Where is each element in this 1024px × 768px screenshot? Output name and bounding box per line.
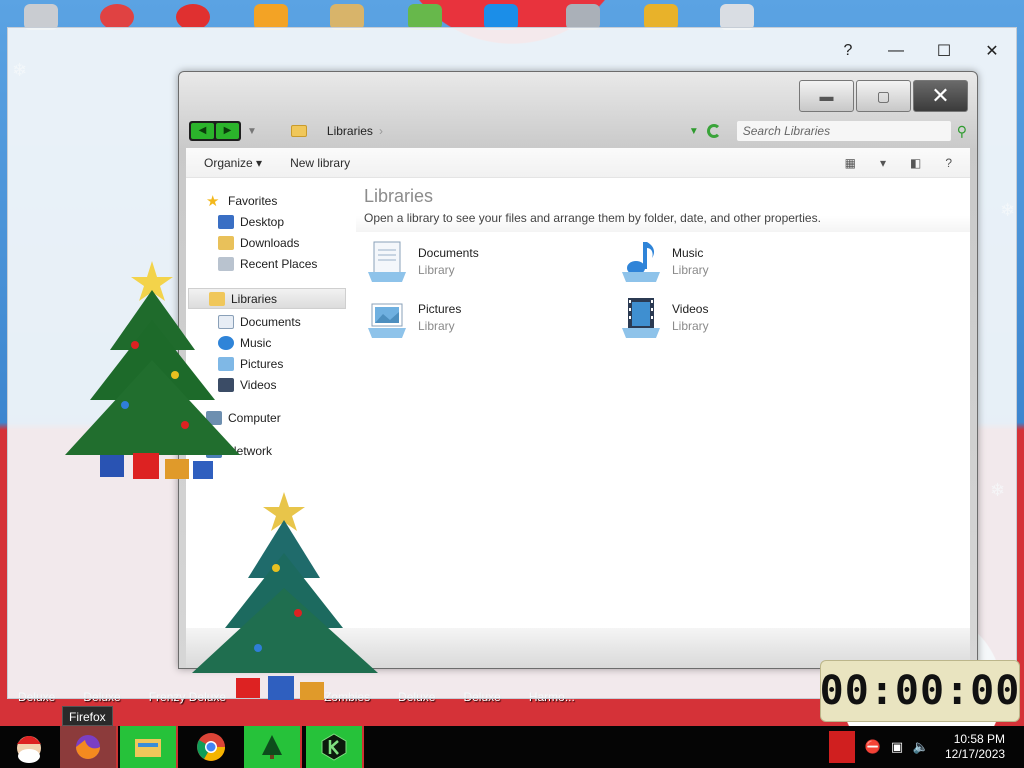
close-button[interactable]: ✕ <box>913 80 968 112</box>
firefox-icon <box>76 735 100 759</box>
search-placeholder: Search Libraries <box>742 124 831 138</box>
library-music[interactable]: Music Library <box>618 238 872 284</box>
volume-icon[interactable]: 🔈 <box>911 739 931 755</box>
libraries-header: Libraries Open a library to see your fil… <box>356 178 970 232</box>
library-type: Library <box>672 318 709 333</box>
star-icon: ★ <box>206 192 220 210</box>
taskbar-tooltip: Firefox <box>62 706 113 726</box>
preview-pane-icon[interactable]: ◧ <box>910 156 921 170</box>
search-input[interactable]: Search Libraries <box>736 121 951 141</box>
christmas-tree-icon <box>192 492 378 700</box>
clock-time: 10:58 PM <box>953 732 1006 746</box>
file-explorer-icon <box>135 739 161 757</box>
minimize-icon: ▬ <box>819 88 834 104</box>
libraries-folder-icon <box>290 125 307 137</box>
clock-date: 12/17/2023 <box>945 747 1006 761</box>
christmas-tree-icon <box>65 261 240 479</box>
downloads-icon <box>218 235 234 250</box>
library-type: Library <box>672 262 709 277</box>
page-title: Libraries <box>364 186 434 206</box>
pictures-library-icon <box>368 303 406 338</box>
organize-button[interactable]: Organize ▾ <box>204 156 262 170</box>
address-row: ◀ ▶ ▼ Libraries › ▼ Search Libraries ⚲ <box>189 120 967 142</box>
minimize-button[interactable]: — <box>872 42 920 60</box>
taskbar-clock[interactable]: 10:58 PM 12/17/2023 <box>945 732 1005 762</box>
view-dropdown-icon[interactable]: ▾ <box>880 156 886 170</box>
close-button[interactable]: ✕ <box>968 41 1016 61</box>
refresh-icon[interactable] <box>706 124 721 138</box>
page-description: Open a library to see your files and arr… <box>364 211 821 225</box>
change-view-icon[interactable]: ▦ <box>845 156 856 170</box>
nav-label: Favorites <box>228 193 278 208</box>
countdown-timer-gadget[interactable]: 00:00:00 <box>820 660 1020 722</box>
taskbar-file-explorer[interactable] <box>120 726 178 768</box>
nav-item-downloads[interactable]: Downloads <box>186 232 348 253</box>
address-location[interactable]: Libraries <box>327 124 373 138</box>
address-separator[interactable]: › <box>379 124 383 138</box>
library-name: Documents <box>418 245 479 260</box>
forward-button[interactable]: ▶ <box>216 123 239 139</box>
maximize-button[interactable]: ☐ <box>920 41 968 61</box>
network-icon[interactable]: ▣ <box>887 739 907 755</box>
nav-favorites[interactable]: ★ Favorites <box>186 190 348 211</box>
window-buttons: ▬ ▢ ✕ <box>799 80 968 112</box>
taskbar-christmas-tree[interactable] <box>244 726 302 768</box>
security-alert-icon[interactable]: ⛔ <box>863 739 883 755</box>
help-button[interactable]: ? <box>824 42 872 60</box>
desktop-icon <box>218 214 234 229</box>
videos-library-icon <box>622 298 660 338</box>
command-bar: Organize ▾ New library ▦ ▾ ◧ ? <box>186 148 970 178</box>
libraries-grid: Documents Library Music Library Pictures… <box>364 238 884 340</box>
address-dropdown-icon[interactable]: ▼ <box>689 126 699 137</box>
documents-library-icon <box>368 241 406 282</box>
chrome-icon <box>197 733 225 761</box>
taskbar-firefox[interactable] <box>60 726 118 768</box>
outer-window-controls: ? — ☐ ✕ <box>824 28 1016 74</box>
nav-item-desktop[interactable]: Desktop <box>186 211 348 232</box>
tree-icon <box>262 735 282 759</box>
library-name: Pictures <box>418 301 462 316</box>
nav-label: Downloads <box>240 235 300 250</box>
start-button[interactable] <box>0 726 58 768</box>
taskbar-chrome[interactable] <box>182 726 240 768</box>
new-library-button[interactable]: New library <box>290 156 350 170</box>
help-button[interactable]: ? <box>945 156 952 170</box>
library-type: Library <box>418 318 455 333</box>
library-name: Videos <box>672 301 709 316</box>
library-pictures[interactable]: Pictures Library <box>364 294 618 340</box>
recent-pages-dropdown-icon[interactable]: ▼ <box>247 126 257 137</box>
music-library-icon <box>622 242 660 282</box>
taskbar-k-app[interactable] <box>306 726 364 768</box>
minimize-button[interactable]: ▬ <box>799 80 854 112</box>
system-tray: ⛔ ▣ 🔈 10:58 PM 12/17/2023 <box>829 726 1024 768</box>
library-name: Music <box>672 245 704 260</box>
santa-start-icon <box>17 736 41 763</box>
k-app-icon <box>321 733 347 761</box>
nav-buttons: ◀ ▶ <box>189 121 241 141</box>
library-type: Library <box>418 262 455 277</box>
back-button[interactable]: ◀ <box>191 123 214 139</box>
nav-label: Desktop <box>240 214 285 229</box>
tray-app-icon[interactable] <box>829 731 855 763</box>
maximize-button[interactable]: ▢ <box>856 80 911 112</box>
search-icon[interactable]: ⚲ <box>957 123 967 140</box>
view-controls: ▦ ▾ ◧ ? <box>845 156 970 170</box>
close-icon: ✕ <box>931 83 950 108</box>
library-videos[interactable]: Videos Library <box>618 294 872 340</box>
timer-display: 00:00:00 <box>819 668 1021 714</box>
content-pane: Libraries Open a library to see your fil… <box>356 178 970 628</box>
library-documents[interactable]: Documents Library <box>364 238 618 284</box>
maximize-icon: ▢ <box>876 87 891 104</box>
